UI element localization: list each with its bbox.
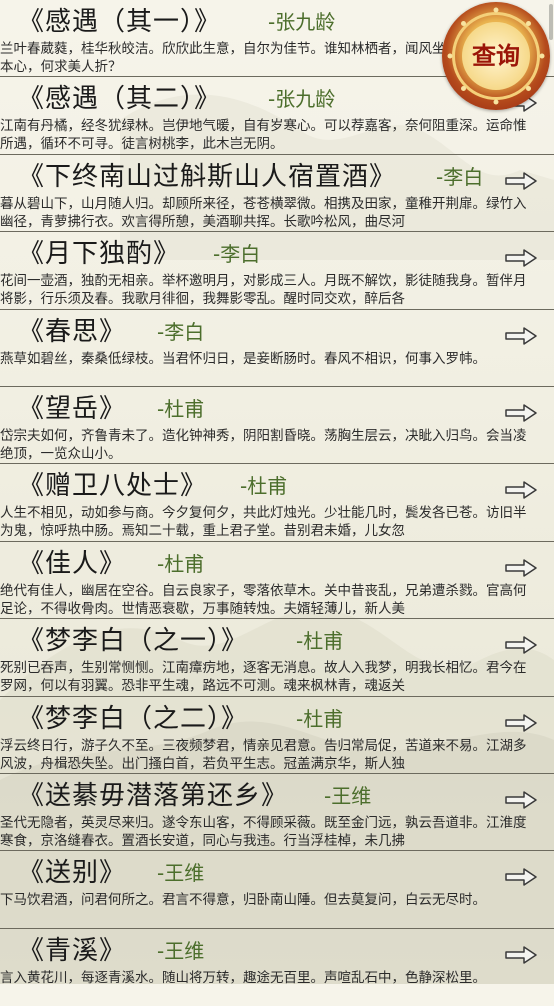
poem-header: 《春思》 -李白	[18, 312, 204, 352]
poem-header: 《下终南山过斛斯山人宿置酒》 -李白	[18, 157, 483, 197]
poem-author: -杜甫	[157, 396, 205, 421]
poem-author: -王维	[157, 861, 205, 886]
poem-header: 《送綦毋潜落第还乡》 -王维	[18, 776, 371, 816]
poem-excerpt: 暮从碧山下，山月随人归。却顾所来径，苍苍横翠微。相携及田家，童稚开荆扉。绿竹入幽…	[0, 195, 527, 230]
poem-excerpt: 绝代有佳人，幽居在空谷。自云良家子，零落依草木。关中昔丧乱，兄弟遭杀戮。官高何足…	[0, 582, 527, 617]
poem-title: 《感遇（其一）》	[18, 7, 222, 37]
arrow-right-icon[interactable]	[504, 326, 538, 346]
poem-author: -李白	[436, 164, 484, 189]
arrow-right-icon[interactable]	[504, 713, 538, 733]
poem-row-9[interactable]: 《梦李白（之一）》 -杜甫 死别已吞声，生别常恻恻。江南瘴疠地，逐客无消息。故人…	[0, 619, 554, 697]
poem-excerpt: 岱宗夫如何，齐鲁青未了。造化钟神秀，阴阳割昏晓。荡胸生层云，决眦入归鸟。会当凌绝…	[0, 427, 527, 462]
poem-header: 《送别》 -王维	[18, 853, 204, 893]
poem-title: 《佳人》	[18, 548, 127, 579]
arrow-right-icon[interactable]	[504, 790, 538, 810]
poem-header: 《青溪》 -王维	[18, 931, 204, 971]
query-button-label: 查询	[472, 41, 520, 70]
arrow-right-icon[interactable]	[504, 558, 538, 578]
poem-excerpt: 江南有丹橘，经冬犹绿林。岂伊地气暖，自有岁寒心。可以荐嘉客，奈何阻重深。运命惟所…	[0, 118, 527, 153]
poem-excerpt: 圣代无隐者，英灵尽来归。遂令东山客，不得顾采薇。既至金门远，孰云吾道非。江淮度寒…	[0, 814, 527, 849]
arrow-right-icon[interactable]	[504, 635, 538, 655]
poem-author: -杜甫	[240, 474, 288, 499]
poem-header: 《梦李白（之一）》 -杜甫	[18, 621, 343, 661]
poem-header: 《梦李白（之二）》 -杜甫	[18, 699, 343, 739]
poem-excerpt: 言入黄花川，每逐青溪水。随山将万转，趣途无百里。声喧乱石中，色静深松里。	[0, 969, 486, 986]
poem-title: 《梦李白（之二）》	[18, 703, 249, 734]
poem-excerpt: 浮云终日行，游子久不至。三夜频梦君，情亲见君意。告归常局促，苦道来不易。江湖多风…	[0, 737, 527, 772]
poem-header: 《佳人》 -杜甫	[18, 544, 204, 584]
poem-excerpt: 花间一壶酒，独酌无相亲。举杯邀明月，对影成三人。月既不解饮，影徒随我身。暂伴月将…	[0, 273, 527, 308]
poem-title: 《望岳》	[18, 393, 127, 424]
poem-row-11[interactable]: 《送綦毋潜落第还乡》 -王维 圣代无隐者，英灵尽来归。遂令东山客，不得顾采薇。既…	[0, 774, 554, 852]
arrow-right-icon[interactable]	[504, 171, 538, 191]
poem-row-6[interactable]: 《望岳》 -杜甫 岱宗夫如何，齐鲁青未了。造化钟神秀，阴阳割昏晓。荡胸生层云，决…	[0, 387, 554, 465]
poem-title: 《青溪》	[18, 935, 127, 966]
arrow-right-icon[interactable]	[504, 945, 538, 965]
poem-title: 《月下独酌》	[18, 239, 181, 270]
poem-header: 《月下独酌》 -李白	[18, 234, 260, 274]
query-button[interactable]: 查询	[442, 2, 550, 110]
poem-row-8[interactable]: 《佳人》 -杜甫 绝代有佳人，幽居在空谷。自云良家子，零落依草木。关中昔丧乱，兄…	[0, 542, 554, 620]
poem-row-12[interactable]: 《送别》 -王维 下马饮君酒，问君何所之。君言不得意，归卧南山陲。但去莫复问，白…	[0, 851, 554, 929]
poem-header: 《赠卫八处士》 -杜甫	[18, 466, 287, 506]
poem-row-10[interactable]: 《梦李白（之二）》 -杜甫 浮云终日行，游子久不至。三夜频梦君，情亲见君意。告归…	[0, 697, 554, 774]
poem-row-4[interactable]: 《月下独酌》 -李白 花间一壶酒，独酌无相亲。举杯邀明月，对影成三人。月既不解饮…	[0, 232, 554, 310]
poem-header: 《感遇（其一）》 -张九龄	[18, 2, 335, 42]
poem-list: 《感遇（其一）》 -张九龄 兰叶春葳蕤，桂华秋皎洁。欣欣此生意，自尔为佳节。谁知…	[0, 0, 554, 1006]
poem-title: 《春思》	[18, 316, 127, 347]
poem-author: -王维	[157, 938, 205, 963]
poem-excerpt: 死别已吞声，生别常恻恻。江南瘴疠地，逐客无消息。故人入我梦，明我长相忆。君今在罗…	[0, 660, 527, 695]
poem-author: -杜甫	[296, 706, 344, 731]
poem-header: 《感遇（其二）》 -张九龄	[18, 79, 335, 119]
poem-author: -杜甫	[296, 629, 344, 654]
poem-title: 《送綦毋潜落第还乡》	[18, 780, 289, 811]
poem-author: -杜甫	[157, 551, 205, 576]
poem-title: 《梦李白（之一）》	[18, 626, 249, 657]
poem-row-5[interactable]: 《春思》 -李白 燕草如碧丝，秦桑低绿枝。当君怀归日，是妾断肠时。春风不相识，何…	[0, 310, 554, 387]
poem-author: -李白	[157, 319, 205, 344]
poem-author: -王维	[324, 783, 372, 808]
poem-author: -李白	[213, 242, 261, 267]
poem-row-13[interactable]: 《青溪》 -王维 言入黄花川，每逐青溪水。随山将万转，趣途无百里。声喧乱石中，色…	[0, 929, 554, 1006]
poem-author: -张九龄	[268, 87, 336, 112]
poem-excerpt: 人生不相见，动如参与商。今夕复何夕，共此灯烛光。少壮能几时，鬓发各已苍。访旧半为…	[0, 505, 527, 540]
arrow-right-icon[interactable]	[504, 867, 538, 887]
poem-row-3[interactable]: 《下终南山过斛斯山人宿置酒》 -李白 暮从碧山下，山月随人归。却顾所来径，苍苍横…	[0, 155, 554, 233]
poem-title: 《感遇（其二）》	[18, 84, 222, 115]
poem-author: -张九龄	[268, 10, 336, 34]
poem-row-7[interactable]: 《赠卫八处士》 -杜甫 人生不相见，动如参与商。今夕复何夕，共此灯烛光。少壮能几…	[0, 464, 554, 542]
poem-title: 《赠卫八处士》	[18, 471, 208, 502]
poem-title: 《送别》	[18, 858, 127, 889]
poem-excerpt: 下马饮君酒，问君何所之。君言不得意，归卧南山陲。但去莫复问，白云无尽时。	[0, 892, 486, 909]
poem-header: 《望岳》 -杜甫	[18, 389, 204, 429]
arrow-right-icon[interactable]	[504, 480, 538, 500]
arrow-right-icon[interactable]	[504, 248, 538, 268]
arrow-right-icon[interactable]	[504, 403, 538, 423]
poem-title: 《下终南山过斛斯山人宿置酒》	[18, 161, 397, 192]
poem-excerpt: 燕草如碧丝，秦桑低绿枝。当君怀归日，是妾断肠时。春风不相识，何事入罗帏。	[0, 350, 486, 367]
